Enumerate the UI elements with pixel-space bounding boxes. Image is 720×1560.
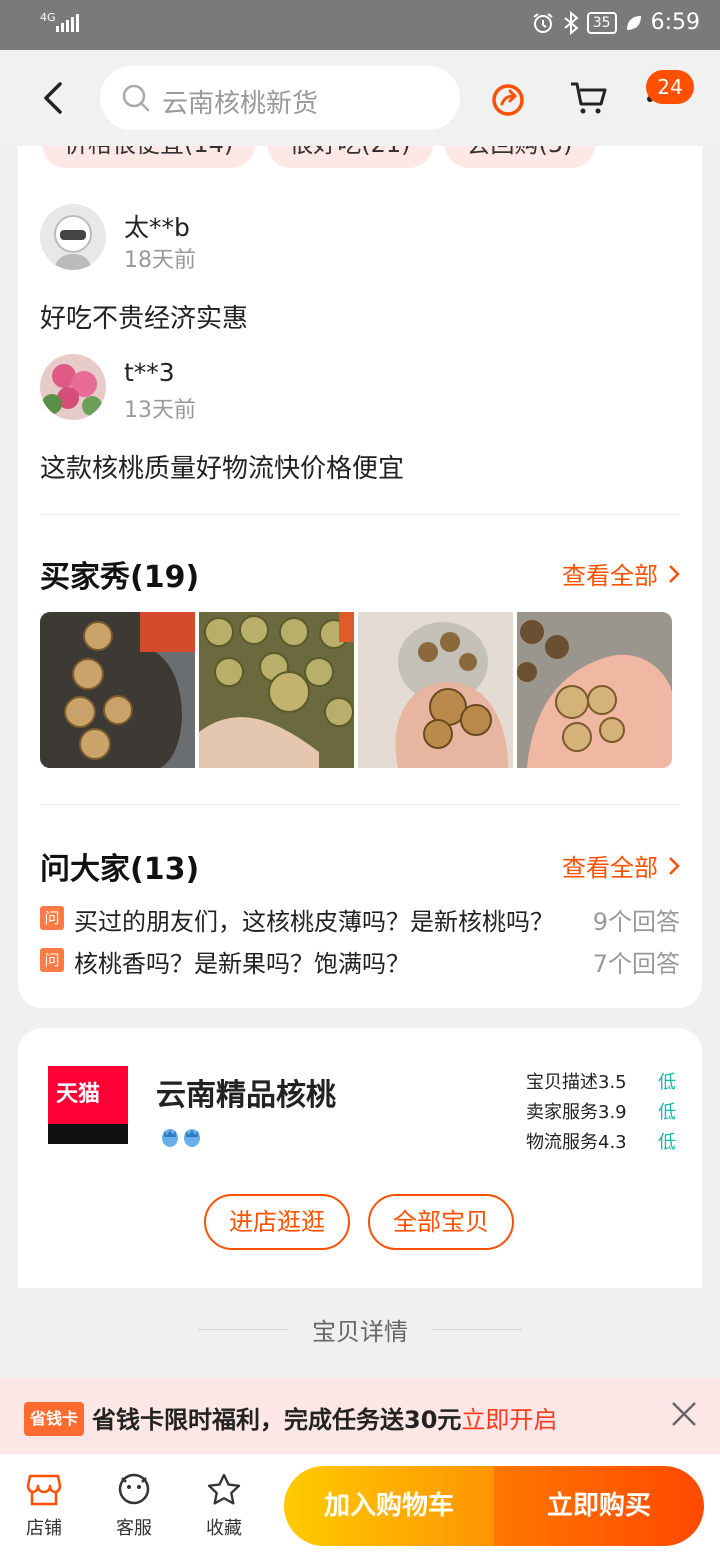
- favorite-tab-label: 收藏: [206, 1518, 242, 1539]
- buyer-photo[interactable]: [40, 612, 195, 768]
- review-username: 太**b: [124, 213, 190, 242]
- divider: [40, 514, 680, 515]
- shop-logo[interactable]: 天猫: [48, 1066, 128, 1144]
- score-label: 物流服务4.3: [526, 1132, 627, 1153]
- ask-all-title: 问大家(13): [40, 852, 200, 887]
- search-icon: [122, 84, 150, 112]
- all-items-button[interactable]: 全部宝贝: [368, 1194, 514, 1250]
- review-tag[interactable]: 很好吃(21): [267, 146, 433, 168]
- shop-name[interactable]: 云南精品核桃: [156, 1070, 336, 1114]
- crown-icon: [162, 1129, 178, 1147]
- network-indicator: 4G: [40, 11, 56, 24]
- shop-tab-label: 店铺: [26, 1518, 62, 1539]
- score-label: 卖家服务3.9: [526, 1102, 627, 1123]
- buyer-show-title: 买家秀(19): [40, 560, 200, 595]
- promo-open-link[interactable]: 立即开启: [461, 1406, 557, 1434]
- review-item: 太**b 18天前 好吃不贵经济实惠: [40, 204, 680, 334]
- review-item: t**3 13天前 这款核桃质量好物流快价格便宜: [40, 354, 680, 484]
- reviews-card: 价格很便宜(14) 很好吃(21) 会回购(5) 太**b 18天前 好吃不贵经…: [18, 146, 702, 1008]
- promo-text: 省钱卡限时福利，完成任务送30元: [92, 1406, 462, 1434]
- score-level: 低: [658, 1102, 676, 1123]
- buyer-show-see-all[interactable]: 查看全部: [562, 556, 680, 591]
- shop-scores: 宝贝描述3.5 低 卖家服务3.9 低 物流服务4.3 低: [526, 1068, 676, 1158]
- enter-shop-button[interactable]: 进店逛逛: [204, 1194, 350, 1250]
- avatar: [40, 204, 106, 270]
- cart-icon[interactable]: [568, 78, 608, 118]
- question-item[interactable]: 问 买过的朋友们，这核桃皮薄吗？是新核桃吗？ 9个回答: [40, 902, 680, 936]
- chevron-right-icon: [669, 564, 680, 583]
- see-all-label: 查看全部: [562, 562, 658, 590]
- service-tab-label: 客服: [116, 1518, 152, 1539]
- back-arrow-icon[interactable]: [40, 80, 66, 116]
- signal-icon: [56, 14, 79, 32]
- buyer-photos: [40, 612, 672, 768]
- question-item[interactable]: 问 核桃香吗？是新果吗？饱满吗？ 7个回答: [40, 944, 680, 978]
- score-row: 物流服务4.3 低: [526, 1128, 676, 1158]
- bottom-action-bar: 店铺 客服 收藏 加入购物车 立即购买: [0, 1454, 720, 1560]
- shop-level-crowns: [160, 1126, 202, 1148]
- top-nav: 云南核桃新货 24: [0, 50, 720, 146]
- review-text: 这款核桃质量好物流快价格便宜: [40, 454, 405, 484]
- buy-now-button[interactable]: 立即购买: [494, 1466, 704, 1546]
- close-icon[interactable]: [670, 1400, 698, 1428]
- buyer-photo[interactable]: [199, 612, 354, 768]
- favorite-tab[interactable]: 收藏: [194, 1472, 254, 1540]
- search-input-text: 云南核桃新货: [162, 89, 319, 119]
- shop-tab[interactable]: 店铺: [14, 1472, 74, 1540]
- alarm-icon: [533, 12, 553, 33]
- buyer-photo[interactable]: [358, 612, 513, 768]
- question-icon: 问: [40, 906, 64, 930]
- ask-all-see-all[interactable]: 查看全部: [562, 848, 680, 883]
- buyer-photo[interactable]: [517, 612, 672, 768]
- crown-icon: [184, 1129, 200, 1147]
- add-to-cart-button[interactable]: 加入购物车: [284, 1466, 494, 1546]
- review-time: 13天前: [124, 398, 196, 423]
- review-tag[interactable]: 价格很便宜(14): [42, 146, 256, 168]
- review-text: 好吃不贵经济实惠: [40, 304, 249, 334]
- review-tag[interactable]: 会回购(5): [444, 146, 595, 168]
- search-bar[interactable]: 云南核桃新货: [100, 66, 460, 130]
- score-row: 卖家服务3.9 低: [526, 1098, 676, 1128]
- star-icon: [207, 1473, 241, 1505]
- shop-card: 天猫 云南精品核桃 宝贝描述3.5 低 卖家服务3.9 低 物流服务4.3 低 进店逛…: [18, 1028, 702, 1288]
- cart-count-badge: 24: [646, 70, 694, 104]
- status-bar: 4G 35 6:59: [0, 0, 720, 50]
- avatar: [40, 354, 106, 420]
- question-text: 买过的朋友们，这核桃皮薄吗？是新核桃吗？: [74, 908, 554, 936]
- answer-count: 7个回答: [592, 950, 680, 978]
- detail-title: 宝贝详情: [312, 1318, 408, 1346]
- review-time: 18天前: [124, 248, 196, 273]
- score-level: 低: [658, 1132, 676, 1153]
- score-label: 宝贝描述3.5: [526, 1072, 627, 1093]
- tmall-logo-text: 天猫: [56, 1082, 101, 1107]
- promo-banner[interactable]: 省钱卡 省钱卡限时福利，完成任务送30元立即开启: [0, 1378, 720, 1454]
- answer-count: 9个回答: [592, 908, 680, 936]
- score-level: 低: [658, 1072, 676, 1093]
- detail-section-header: 宝贝详情: [0, 1312, 720, 1348]
- see-all-label: 查看全部: [562, 854, 658, 882]
- chevron-right-icon: [669, 856, 680, 875]
- review-tags: 价格很便宜(14) 很好吃(21) 会回购(5): [42, 146, 595, 168]
- store-icon: [26, 1474, 62, 1506]
- bluetooth-icon: [564, 10, 579, 35]
- divider: [40, 804, 680, 805]
- customer-service-icon: [118, 1473, 150, 1505]
- battery-indicator: 35: [586, 11, 617, 34]
- service-tab[interactable]: 客服: [104, 1472, 164, 1540]
- leaf-icon: [626, 15, 641, 30]
- saving-card-badge: 省钱卡: [24, 1402, 85, 1436]
- share-icon[interactable]: [490, 82, 526, 118]
- question-text: 核桃香吗？是新果吗？饱满吗？: [74, 950, 410, 978]
- question-icon: 问: [40, 948, 64, 972]
- score-row: 宝贝描述3.5 低: [526, 1068, 676, 1098]
- clock: 6:59: [650, 10, 700, 35]
- review-username: t**3: [124, 358, 175, 387]
